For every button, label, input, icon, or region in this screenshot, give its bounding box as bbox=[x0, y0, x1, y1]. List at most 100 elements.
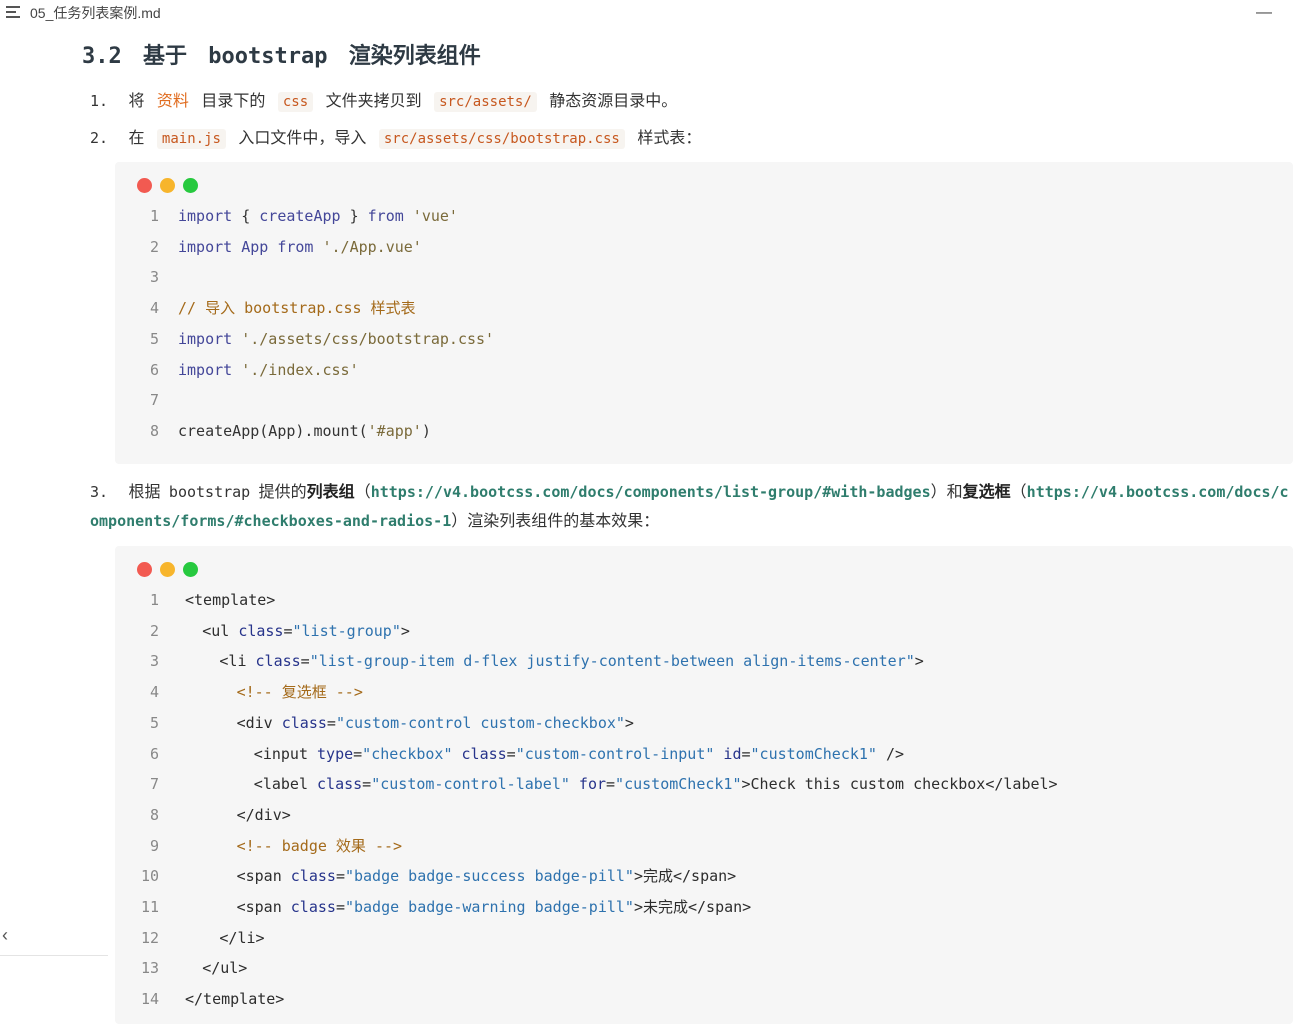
line-number: 12 bbox=[140, 928, 159, 947]
line-number: 13 bbox=[140, 959, 159, 978]
code-line: 10 <span class="badge badge-success badge… bbox=[115, 861, 1293, 891]
code-token: = bbox=[326, 713, 336, 732]
code-token: class bbox=[238, 621, 284, 640]
code-token: // 导入 bootstrap.css 样式表 bbox=[178, 299, 416, 318]
punctuation: （ bbox=[354, 484, 371, 501]
code-token: { bbox=[232, 207, 260, 225]
code-token: <label bbox=[253, 775, 318, 794]
code-line: 5 import './assets/css/bootstrap.css' bbox=[115, 324, 1293, 354]
minimize-button[interactable]: — bbox=[1252, 0, 1276, 26]
step-text: 目录下的 bbox=[201, 93, 266, 110]
code-token: ) bbox=[421, 421, 431, 440]
code-token: import bbox=[178, 360, 233, 379]
code-token: App bbox=[232, 237, 278, 256]
code-token: class bbox=[281, 713, 327, 732]
code-token: "custom-control custom-checkbox" bbox=[335, 713, 625, 732]
code-token: = bbox=[606, 775, 616, 794]
code-token: from bbox=[367, 207, 404, 225]
section-heading: 3.2 基于 bootstrap 渲染列表组件 bbox=[82, 38, 481, 70]
code-token: for bbox=[578, 775, 607, 794]
code-token: import bbox=[178, 207, 233, 225]
line-number: 1 bbox=[149, 207, 159, 225]
code-line: 3 <li class="list-group-item d-flex justi… bbox=[115, 646, 1293, 676]
line-number: 2 bbox=[149, 621, 159, 640]
code-token: import bbox=[178, 329, 233, 348]
code-line: 5 <div class="custom-control custom-check… bbox=[115, 708, 1293, 738]
code-token: "badge badge-warning badge-pill" bbox=[344, 898, 634, 916]
close-dot-icon bbox=[137, 562, 152, 577]
code-token: </div> bbox=[236, 805, 291, 824]
code-token: >未完成</span> bbox=[633, 898, 752, 916]
step-text: 静态资源目录中。 bbox=[549, 93, 678, 110]
maximize-dot-icon bbox=[183, 178, 198, 193]
code-token: from bbox=[277, 237, 314, 256]
code-token: "customCheck1" bbox=[750, 744, 877, 763]
code-block-template: 1 <template> 2 <ul class="list-group"> 3 <li … bbox=[115, 546, 1293, 1024]
code-token: > bbox=[914, 652, 924, 671]
code-text: </div> bbox=[237, 800, 291, 830]
code-text: <ul class="list-group"> bbox=[202, 616, 410, 646]
line-number: 4 bbox=[149, 299, 159, 318]
code-text: import './assets/css/bootstrap.css' bbox=[178, 324, 494, 354]
code-token: "checkbox" bbox=[362, 744, 453, 763]
code-token: id bbox=[723, 744, 742, 763]
line-number: 6 bbox=[149, 360, 159, 379]
line-number: 7 bbox=[149, 391, 159, 410]
list-number: 1. bbox=[90, 92, 109, 110]
mono-text: bootstrap bbox=[168, 483, 251, 501]
title-bar: 05_任务列表案例.md — bbox=[0, 0, 1299, 26]
code-line: 2 <ul class="list-group"> bbox=[115, 616, 1293, 646]
code-token: 'vue' bbox=[403, 207, 458, 225]
code-line: 2 import App from './App.vue' bbox=[115, 232, 1293, 262]
close-dot-icon bbox=[137, 178, 152, 193]
code-text: <li class="list-group-item d-flex justif… bbox=[219, 646, 923, 676]
code-line: 6 <input type="checkbox" class="custom-co… bbox=[115, 739, 1293, 769]
code-token: = bbox=[335, 867, 345, 886]
outline-menu-icon[interactable] bbox=[6, 6, 20, 18]
line-number: 5 bbox=[149, 329, 159, 348]
code-line: 7 <label class="custom-control-label" for… bbox=[115, 769, 1293, 799]
step-text: 入口文件中，导入 bbox=[238, 130, 367, 147]
code-token: class bbox=[317, 775, 363, 794]
code-line: 8 </div> bbox=[115, 800, 1293, 830]
code-token: class bbox=[461, 744, 507, 763]
code-line: 7 bbox=[115, 385, 1293, 415]
code-token: './index.css' bbox=[232, 360, 359, 379]
list-group-link[interactable]: https://v4.bootcss.com/docs/components/l… bbox=[371, 483, 931, 501]
chevron-left-icon[interactable]: ‹ bbox=[2, 925, 8, 946]
code-text: <span class="badge badge-warning badge-p… bbox=[237, 892, 752, 922]
heading-suffix: 渲染列表组件 bbox=[348, 44, 481, 69]
code-line: 6 import './index.css' bbox=[115, 355, 1293, 385]
code-block-main-js: 1 import { createApp } from 'vue' 2 import … bbox=[115, 162, 1293, 464]
step-text: 将 bbox=[128, 93, 145, 110]
code-token: <li bbox=[219, 652, 256, 671]
code-token: './assets/css/bootstrap.css' bbox=[232, 329, 495, 348]
minimize-dot-icon bbox=[160, 178, 175, 193]
heading-number: 3.2 bbox=[82, 44, 122, 69]
code-token: './App.vue' bbox=[313, 237, 422, 256]
code-token: = bbox=[335, 898, 345, 916]
code-text: </template> bbox=[185, 984, 284, 1014]
code-token: type bbox=[317, 744, 354, 763]
code-token: = bbox=[283, 621, 293, 640]
code-token: '#app' bbox=[367, 421, 422, 440]
code-text: <template> bbox=[185, 585, 275, 615]
code-line: 3 bbox=[115, 262, 1293, 292]
code-token: = bbox=[353, 744, 363, 763]
code-text: // 导入 bootstrap.css 样式表 bbox=[178, 293, 416, 323]
code-token: <input bbox=[253, 744, 318, 763]
code-line: 14 </template> bbox=[115, 984, 1293, 1014]
code-line: 4 // 导入 bootstrap.css 样式表 bbox=[115, 293, 1293, 323]
code-token: <div bbox=[236, 713, 282, 732]
minimize-dot-icon bbox=[160, 562, 175, 577]
step-text: ）和 bbox=[930, 484, 963, 501]
line-number: 4 bbox=[149, 683, 159, 702]
line-number: 14 bbox=[140, 990, 159, 1009]
code-text: import './index.css' bbox=[178, 355, 359, 385]
inline-code: main.js bbox=[156, 129, 226, 149]
list-item-step-3: 3. 根据 bootstrap 提供的列表组（https://v4.bootcs… bbox=[90, 478, 1290, 536]
line-number: 9 bbox=[149, 836, 159, 855]
code-token: "custom-control-input" bbox=[515, 744, 715, 763]
inline-code: css bbox=[277, 92, 314, 112]
